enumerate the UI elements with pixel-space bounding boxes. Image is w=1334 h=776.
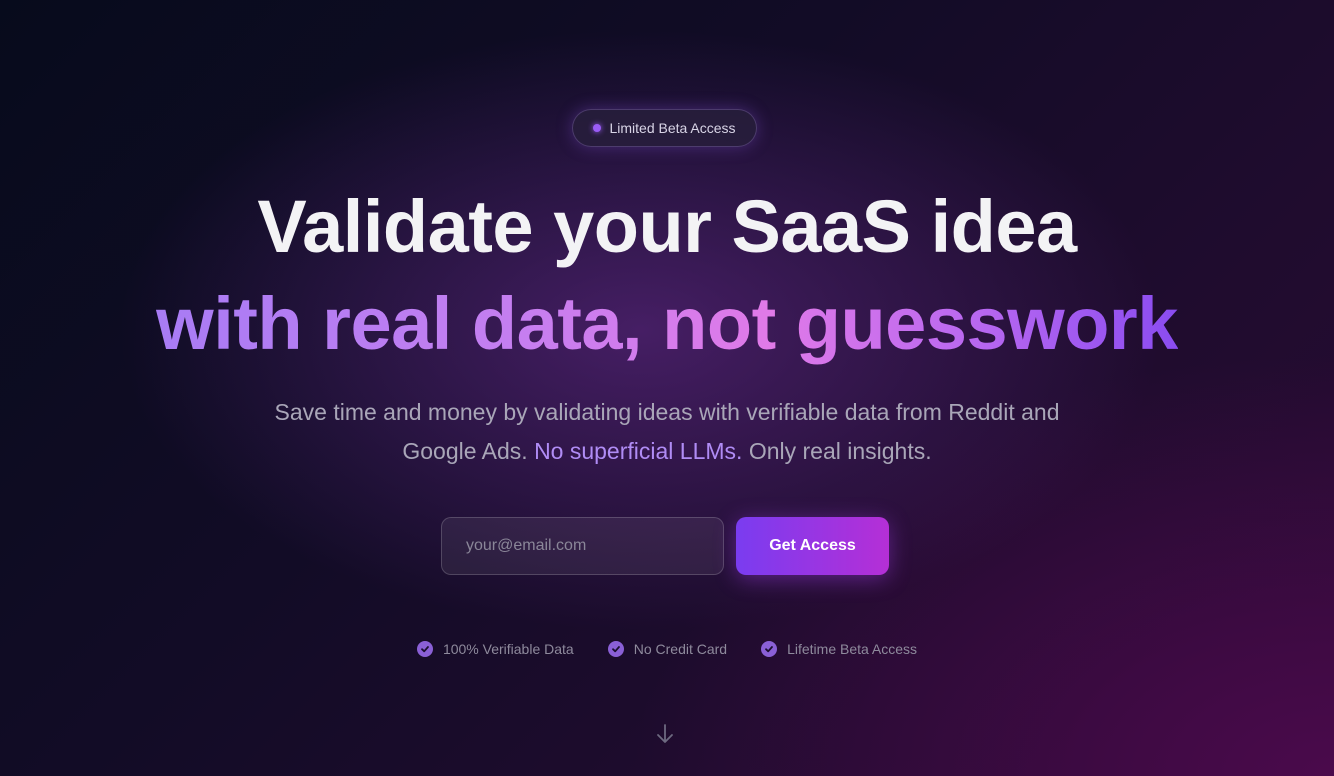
hero-title-line1: Validate your SaaS idea: [257, 185, 1077, 268]
hero-title-gradient-text: with real data, not guesswork: [156, 282, 1178, 365]
feature-label: Lifetime Beta Access: [787, 641, 918, 657]
check-circle-icon: [607, 641, 624, 657]
email-input[interactable]: [441, 517, 724, 575]
feature-item: 100% Verifiable Data: [416, 639, 574, 659]
hero-subtitle: Save time and money by validating ideas …: [267, 393, 1067, 471]
check-circle-icon: [416, 641, 433, 657]
beta-badge: Limited Beta Access: [572, 109, 757, 147]
beta-badge-label: Limited Beta Access: [609, 120, 736, 136]
feature-list: 100% Verifiable Data No Credit Card Life…: [0, 639, 1334, 659]
check-circle-icon: [761, 641, 778, 657]
get-access-button[interactable]: Get Access: [736, 517, 889, 575]
arrow-down-icon[interactable]: [654, 722, 676, 746]
feature-item: No Credit Card: [607, 639, 728, 659]
feature-label: No Credit Card: [633, 641, 728, 657]
feature-label: 100% Verifiable Data: [442, 641, 574, 657]
status-dot-icon: [593, 124, 602, 132]
hero-section: Limited Beta Access Validate your SaaS i…: [0, 0, 1334, 776]
subtitle-highlight: No superficial LLMs.: [534, 438, 743, 464]
hero-title-line2: with real data, not guesswork: [0, 282, 1334, 366]
subtitle-text-end: Only real insights.: [748, 438, 932, 464]
feature-item: Lifetime Beta Access: [761, 639, 917, 659]
